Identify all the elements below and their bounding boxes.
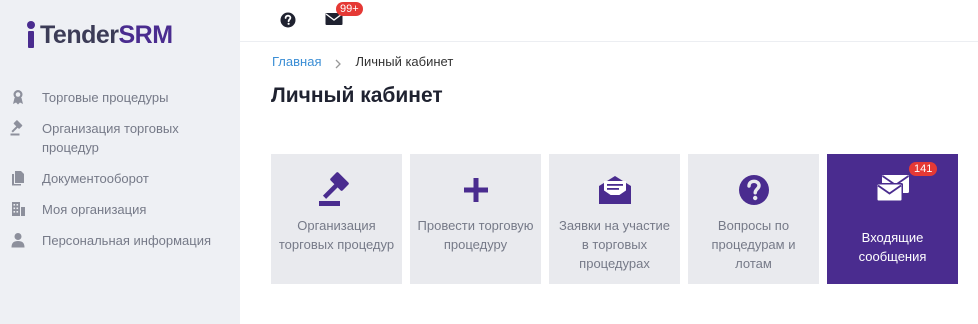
award-icon [10, 89, 26, 105]
tile-organize-procedures[interactable]: Организация торговых процедур [271, 154, 402, 284]
help-icon [280, 12, 296, 28]
dashboard-tiles: Организация торговых процедур Провести т… [271, 154, 958, 284]
sidebar-nav: Торговые процедуры Организация торговых … [0, 82, 240, 256]
logo-text: TenderSRM [40, 21, 173, 50]
topbar: 99+ [240, 0, 978, 42]
user-icon [10, 232, 26, 248]
sidebar-item-label: Моя организация [42, 202, 147, 217]
tile-label: Вопросы по процедурам и лотам [711, 218, 796, 271]
chevron-right-icon [333, 57, 343, 68]
sidebar-item-label: Организация торговых процедур [42, 121, 179, 155]
building-icon [10, 201, 26, 217]
sidebar-item-documents[interactable]: Документооборот [0, 163, 240, 194]
tile-label: Заявки на участие в торговых процедурах [558, 218, 671, 271]
logo-mark-icon [24, 20, 38, 50]
sidebar-item-trading-procedures[interactable]: Торговые процедуры [0, 82, 240, 113]
page-title: Личный кабинет [271, 84, 443, 107]
sidebar-item-personal-info[interactable]: Персональная информация [0, 225, 240, 256]
envelopes-icon [873, 172, 913, 208]
logo-text-part2: SRM [118, 20, 174, 49]
logo[interactable]: TenderSRM [24, 18, 173, 52]
logo-text-part1: Tender [40, 20, 119, 49]
sidebar-item-label: Персональная информация [42, 233, 212, 248]
sidebar: TenderSRM Торговые процедуры Организация… [0, 0, 240, 324]
gavel-icon [10, 120, 26, 136]
sidebar-item-label: Документооборот [42, 171, 149, 186]
tile-label: Провести торговую процедуру [417, 218, 534, 252]
messages-badge: 141 [909, 162, 938, 176]
tile-incoming-messages[interactable]: 141 Входящие сообщения [827, 154, 958, 284]
sidebar-item-label: Торговые процедуры [42, 90, 169, 105]
question-circle-icon [734, 172, 774, 208]
tile-participation-requests[interactable]: Заявки на участие в торговых процедурах [549, 154, 680, 284]
help-button[interactable] [279, 11, 297, 29]
breadcrumb-current: Личный кабинет [355, 54, 454, 69]
envelope-open-icon [595, 172, 635, 208]
plus-icon [456, 172, 496, 208]
breadcrumb-home-link[interactable]: Главная [272, 54, 321, 69]
documents-icon [10, 170, 26, 186]
breadcrumb: Главная Личный кабинет [272, 54, 453, 69]
sidebar-item-organize-procedures[interactable]: Организация торговых процедур [0, 113, 240, 163]
tile-label: Входящие сообщения [858, 230, 927, 264]
tile-questions[interactable]: Вопросы по процедурам и лотам [688, 154, 819, 284]
tile-label: Организация торговых процедур [278, 218, 395, 252]
sidebar-item-my-organization[interactable]: Моя организация [0, 194, 240, 225]
gavel-icon [317, 172, 357, 208]
app-root: TenderSRM Торговые процедуры Организация… [0, 0, 978, 324]
mail-badge: 99+ [336, 2, 363, 16]
tile-run-procedure[interactable]: Провести торговую процедуру [410, 154, 541, 284]
